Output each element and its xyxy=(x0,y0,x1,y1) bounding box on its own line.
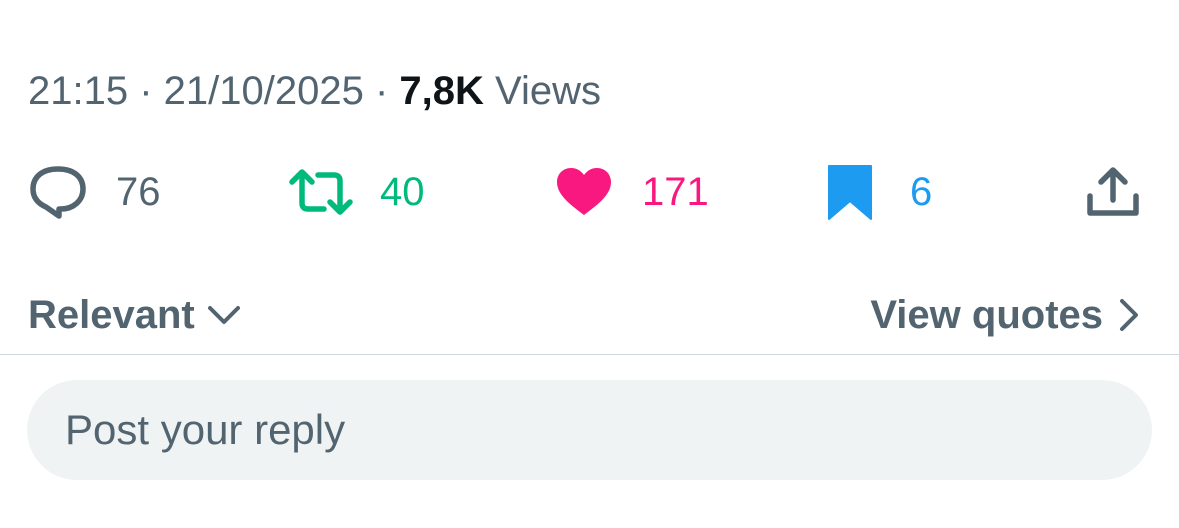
tweet-actions-bar: 76 40 171 6 xyxy=(0,160,1179,224)
views-count[interactable]: 7,8K xyxy=(399,69,484,113)
replies-sort-button[interactable]: Relevant xyxy=(28,288,241,342)
chevron-down-icon xyxy=(207,306,240,324)
repost-icon xyxy=(289,169,353,215)
like-button[interactable]: 171 xyxy=(556,160,709,224)
bookmark-button[interactable]: 6 xyxy=(826,160,932,224)
reply-composer[interactable] xyxy=(27,380,1152,480)
chevron-right-icon xyxy=(1120,299,1138,331)
meta-separator: · xyxy=(128,69,164,113)
bookmark-count: 6 xyxy=(910,170,933,214)
views-label: Views xyxy=(483,69,601,113)
like-count: 171 xyxy=(642,170,709,214)
share-button[interactable] xyxy=(1086,160,1140,224)
view-quotes-link[interactable]: View quotes xyxy=(870,288,1139,342)
reply-icon xyxy=(30,166,86,219)
tweet-meta: 21:15 · 21/10/2025 · 7,8K Views xyxy=(28,66,601,116)
reply-count: 76 xyxy=(116,170,161,214)
repost-count: 40 xyxy=(380,170,425,214)
bookmark-icon xyxy=(828,165,872,220)
reply-input[interactable] xyxy=(63,405,1152,455)
section-divider xyxy=(0,354,1179,355)
tweet-time: 21:15 xyxy=(28,69,129,113)
tweet-date: 21/10/2025 xyxy=(163,69,364,113)
quotes-label: View quotes xyxy=(870,292,1103,337)
meta-separator: · xyxy=(363,69,400,113)
heart-icon xyxy=(557,168,611,215)
sort-label: Relevant xyxy=(28,292,195,337)
share-icon xyxy=(1087,167,1139,216)
repost-button[interactable]: 40 xyxy=(288,160,425,224)
reply-button[interactable]: 76 xyxy=(28,160,161,224)
